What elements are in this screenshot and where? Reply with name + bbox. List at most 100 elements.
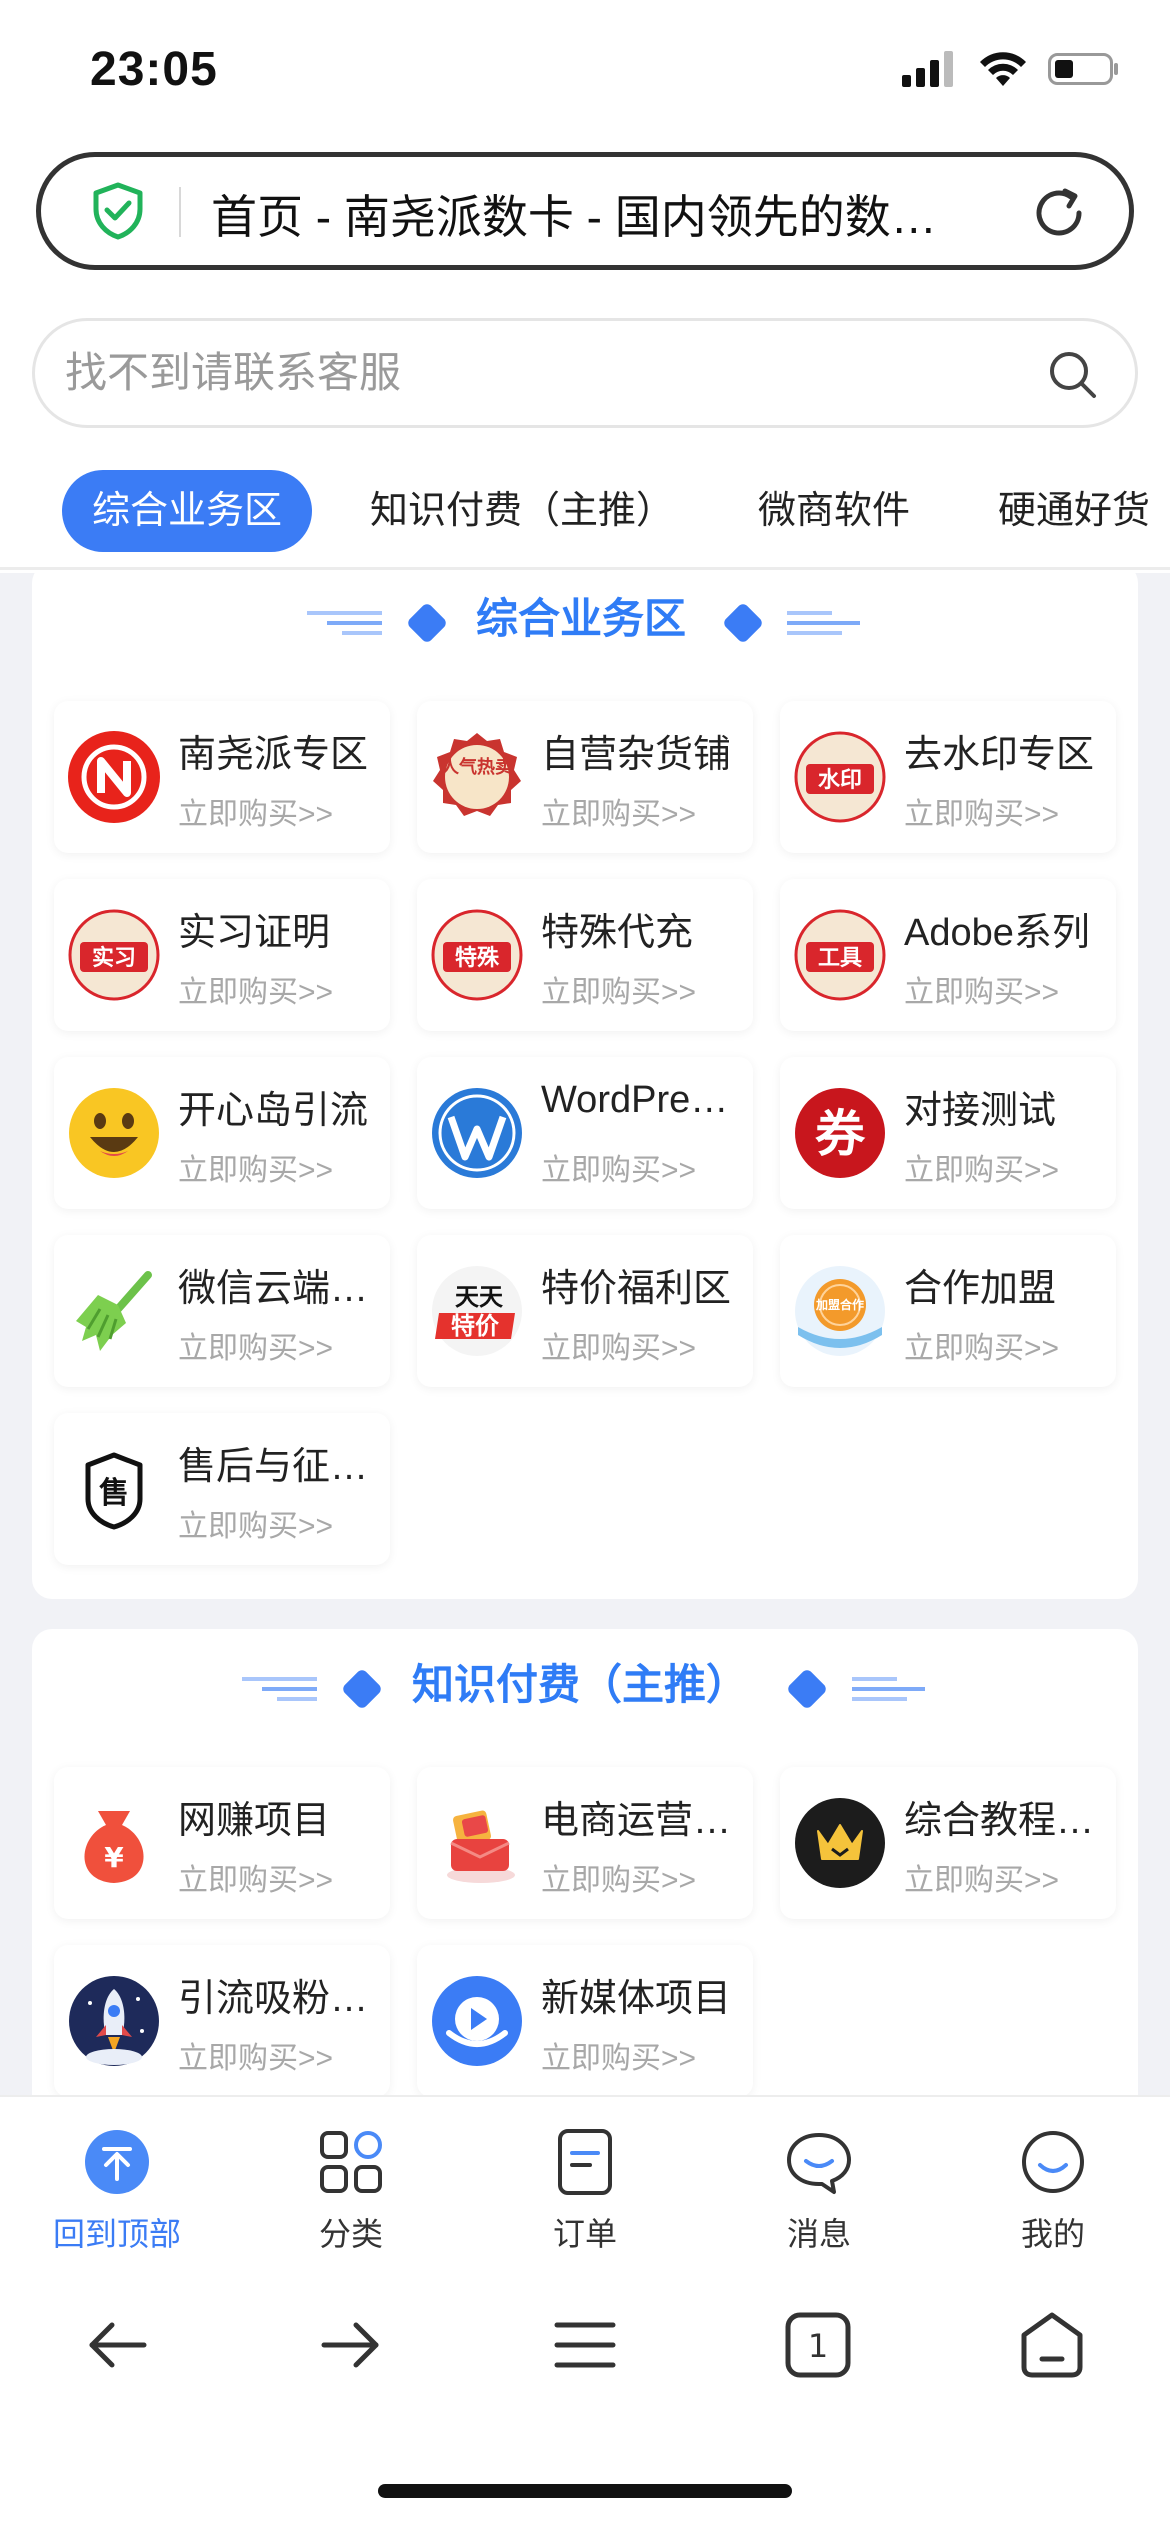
broom-icon bbox=[76, 1271, 152, 1351]
nav-back-to-top[interactable]: 回到顶部 bbox=[0, 2117, 234, 2257]
n-logo-icon bbox=[68, 731, 160, 823]
speed-lines-right-icon bbox=[852, 1677, 925, 1701]
buy-now-link[interactable]: 立即购买>> bbox=[904, 967, 1059, 1011]
nav-label: 分类 bbox=[318, 2216, 383, 2252]
nav-label: 消息 bbox=[786, 2216, 851, 2252]
page-title[interactable]: 首页 - 南尧派数卡 - 国内领先的数… bbox=[211, 181, 1031, 247]
url-divider bbox=[179, 187, 181, 237]
product-name: 实习证明 bbox=[178, 912, 331, 954]
nav-orders[interactable]: 订单 bbox=[468, 2117, 702, 2257]
buy-now-link[interactable]: 立即购买>> bbox=[541, 1323, 696, 1367]
product-card[interactable]: 特殊 特殊代充 立即购买>> bbox=[417, 879, 753, 1031]
product-card[interactable]: 南尧派专区 立即购买>> bbox=[54, 701, 390, 853]
tab-hard-goods[interactable]: 硬通好货 bbox=[998, 470, 1150, 552]
home-indicator bbox=[378, 2484, 792, 2498]
product-card[interactable]: 天天 特价 特价福利区 立即购买>> bbox=[417, 1235, 753, 1387]
special-badge-icon: 特殊 bbox=[431, 909, 523, 1001]
status-bar: 23:05 bbox=[0, 0, 1170, 140]
product-card[interactable]: 开心岛引流 立即购买>> bbox=[54, 1057, 390, 1209]
nav-profile[interactable]: 我的 bbox=[936, 2117, 1170, 2257]
product-name: 合作加盟 bbox=[904, 1268, 1057, 1310]
speed-lines-left-icon bbox=[307, 611, 382, 635]
product-name: 售后与征… bbox=[178, 1446, 369, 1488]
buy-now-link[interactable]: 立即购买>> bbox=[541, 789, 696, 833]
product-name: 网赚项目 bbox=[178, 1800, 331, 1842]
forward-arrow-icon[interactable] bbox=[310, 2305, 390, 2385]
status-time: 23:05 bbox=[90, 43, 218, 96]
menu-icon[interactable] bbox=[545, 2305, 625, 2385]
product-card[interactable]: 综合教程… 立即购买>> bbox=[780, 1767, 1116, 1919]
product-name: 去水印专区 bbox=[904, 734, 1095, 776]
buy-now-link[interactable]: 立即购买>> bbox=[541, 967, 696, 1011]
buy-now-link[interactable]: 立即购买>> bbox=[178, 1145, 333, 1189]
buy-now-link[interactable]: 立即购买>> bbox=[541, 1855, 696, 1899]
search-box[interactable] bbox=[32, 318, 1138, 428]
buy-now-link[interactable]: 立即购买>> bbox=[178, 2033, 333, 2077]
tabs-count-icon[interactable]: 1 bbox=[778, 2305, 858, 2385]
buy-now-link[interactable]: 立即购买>> bbox=[178, 1323, 333, 1367]
security-shield-icon bbox=[86, 179, 150, 248]
search-icon[interactable] bbox=[1047, 349, 1099, 406]
buy-now-link[interactable]: 立即购买>> bbox=[178, 1501, 333, 1545]
product-card[interactable]: WordPres… 立即购买>> bbox=[417, 1057, 753, 1209]
badge-text-bottom: 特价 bbox=[451, 1312, 500, 1340]
home-icon[interactable] bbox=[1012, 2305, 1092, 2385]
buy-now-link[interactable]: 立即购买>> bbox=[904, 1323, 1059, 1367]
tab-knowledge-paid[interactable]: 知识付费（主推） bbox=[370, 470, 674, 552]
speed-lines-left-icon bbox=[242, 1677, 317, 1701]
category-tabs: 综合业务区 知识付费（主推） 微商软件 硬通好货 bbox=[0, 450, 1170, 570]
search-area bbox=[0, 290, 1170, 450]
nav-category[interactable]: 分类 bbox=[234, 2117, 468, 2257]
product-name: 新媒体项目 bbox=[541, 1978, 732, 2020]
product-card[interactable]: 售 售后与征… 立即购买>> bbox=[54, 1413, 390, 1565]
badge-text: 券 bbox=[815, 1105, 866, 1163]
buy-now-link[interactable]: 立即购买>> bbox=[178, 967, 333, 1011]
wifi-icon bbox=[980, 52, 1026, 86]
product-name: 特价福利区 bbox=[541, 1268, 732, 1310]
buy-now-link[interactable]: 立即购买>> bbox=[541, 1145, 696, 1189]
buy-now-link[interactable]: 立即购买>> bbox=[541, 2033, 696, 2077]
product-name: 南尧派专区 bbox=[178, 734, 369, 776]
daily-discount-icon: 天天 特价 bbox=[432, 1266, 522, 1356]
product-card[interactable]: 水印 去水印专区 立即购买>> bbox=[780, 701, 1116, 853]
product-name: WordPres… bbox=[541, 1079, 746, 1121]
section-knowledge-paid: 知识付费（主推） ¥ 网赚项目 立即购买>> 电商运营… 立即购买>> 综合教程… bbox=[32, 1629, 1138, 2095]
buy-now-link[interactable]: 立即购买>> bbox=[178, 1855, 333, 1899]
video-play-icon bbox=[432, 1976, 522, 2066]
buy-now-link[interactable]: 立即购买>> bbox=[904, 1855, 1059, 1899]
profile-icon bbox=[1022, 2131, 1084, 2193]
product-card[interactable]: 加盟合作 合作加盟 立即购买>> bbox=[780, 1235, 1116, 1387]
product-card[interactable]: 工具 Adobe系列 立即购买>> bbox=[780, 879, 1116, 1031]
badge-text: 工具 bbox=[818, 946, 862, 971]
smiley-icon bbox=[69, 1088, 159, 1178]
product-card[interactable]: 人气热卖 自营杂货铺 立即购买>> bbox=[417, 701, 753, 853]
badge-text: ¥ bbox=[104, 1841, 124, 1874]
product-card[interactable]: 微信云端… 立即购买>> bbox=[54, 1235, 390, 1387]
tools-badge-icon: 工具 bbox=[794, 909, 886, 1001]
product-card[interactable]: 电商运营… 立即购买>> bbox=[417, 1767, 753, 1919]
product-name: 微信云端… bbox=[178, 1268, 369, 1310]
product-card[interactable]: ¥ 网赚项目 立即购买>> bbox=[54, 1767, 390, 1919]
buy-now-link[interactable]: 立即购买>> bbox=[904, 789, 1059, 833]
reload-icon[interactable] bbox=[1027, 181, 1091, 250]
red-envelope-icon bbox=[447, 1810, 515, 1883]
cellular-signal-icon bbox=[902, 51, 953, 87]
search-input[interactable] bbox=[65, 345, 965, 401]
order-icon bbox=[558, 2129, 612, 2195]
product-card[interactable]: 新媒体项目 立即购买>> bbox=[417, 1945, 753, 2095]
tab-comprehensive[interactable]: 综合业务区 bbox=[62, 470, 313, 552]
product-card[interactable]: 券 对接测试 立即购买>> bbox=[780, 1057, 1116, 1209]
buy-now-link[interactable]: 立即购买>> bbox=[178, 789, 333, 833]
product-card[interactable]: 引流吸粉… 立即购买>> bbox=[54, 1945, 390, 2095]
tab-wechat-software[interactable]: 微商软件 bbox=[758, 470, 910, 552]
rocket-icon bbox=[69, 1976, 159, 2066]
speed-lines-right-icon bbox=[787, 611, 860, 635]
back-arrow-icon[interactable] bbox=[78, 2305, 158, 2385]
browser-address-bar[interactable]: 首页 - 南尧派数卡 - 国内领先的数… bbox=[36, 152, 1134, 270]
product-card[interactable]: 实习 实习证明 立即购买>> bbox=[54, 879, 390, 1031]
category-grid-icon bbox=[320, 2131, 382, 2193]
section-title: 综合业务区 bbox=[476, 595, 687, 642]
nav-messages[interactable]: 消息 bbox=[702, 2117, 936, 2257]
product-name: 自营杂货铺 bbox=[541, 734, 732, 776]
buy-now-link[interactable]: 立即购买>> bbox=[904, 1145, 1059, 1189]
